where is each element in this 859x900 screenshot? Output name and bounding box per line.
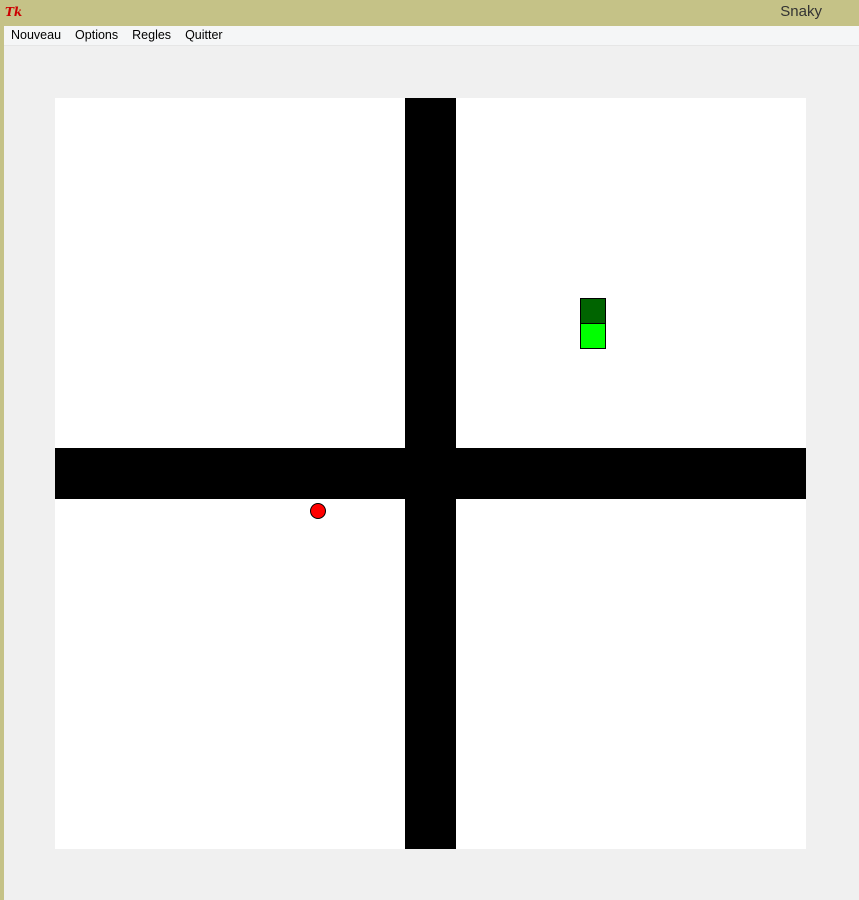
apple — [310, 503, 326, 519]
snake-head — [580, 298, 606, 324]
menu-nouveau[interactable]: Nouveau — [4, 26, 68, 45]
menu-quitter[interactable]: Quitter — [178, 26, 230, 45]
snake-body-segment — [580, 323, 606, 349]
wall-horizontal — [55, 448, 806, 499]
window-title: Snaky — [780, 3, 822, 20]
tk-icon: Tk — [5, 5, 23, 19]
game-board[interactable] — [55, 98, 806, 849]
window-border — [0, 26, 4, 900]
app-window: Tk Snaky Nouveau Options Regles Quitter — [0, 0, 859, 900]
menu-options[interactable]: Options — [68, 26, 125, 45]
menu-bar: Nouveau Options Regles Quitter — [4, 26, 859, 46]
menu-regles[interactable]: Regles — [125, 26, 178, 45]
title-bar[interactable]: Tk Snaky — [0, 0, 859, 26]
